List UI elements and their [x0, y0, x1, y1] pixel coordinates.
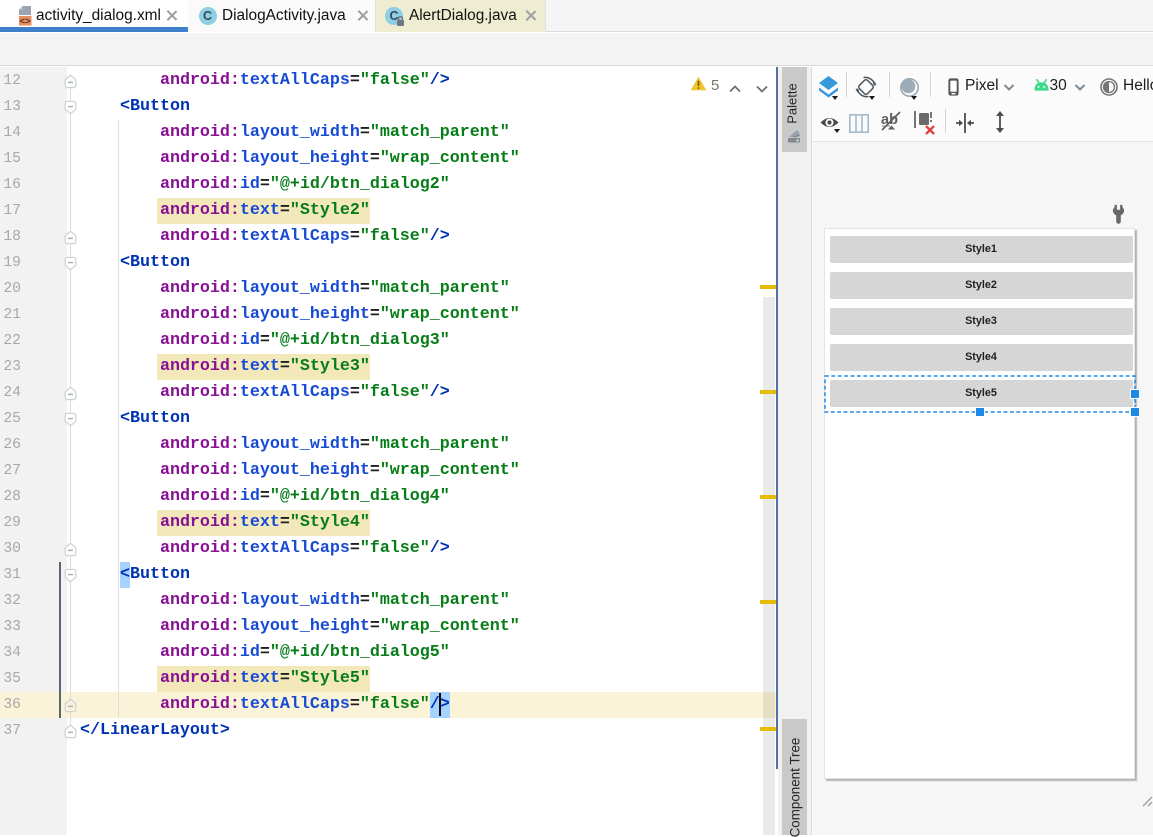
svg-text:<>: <> [19, 16, 31, 26]
